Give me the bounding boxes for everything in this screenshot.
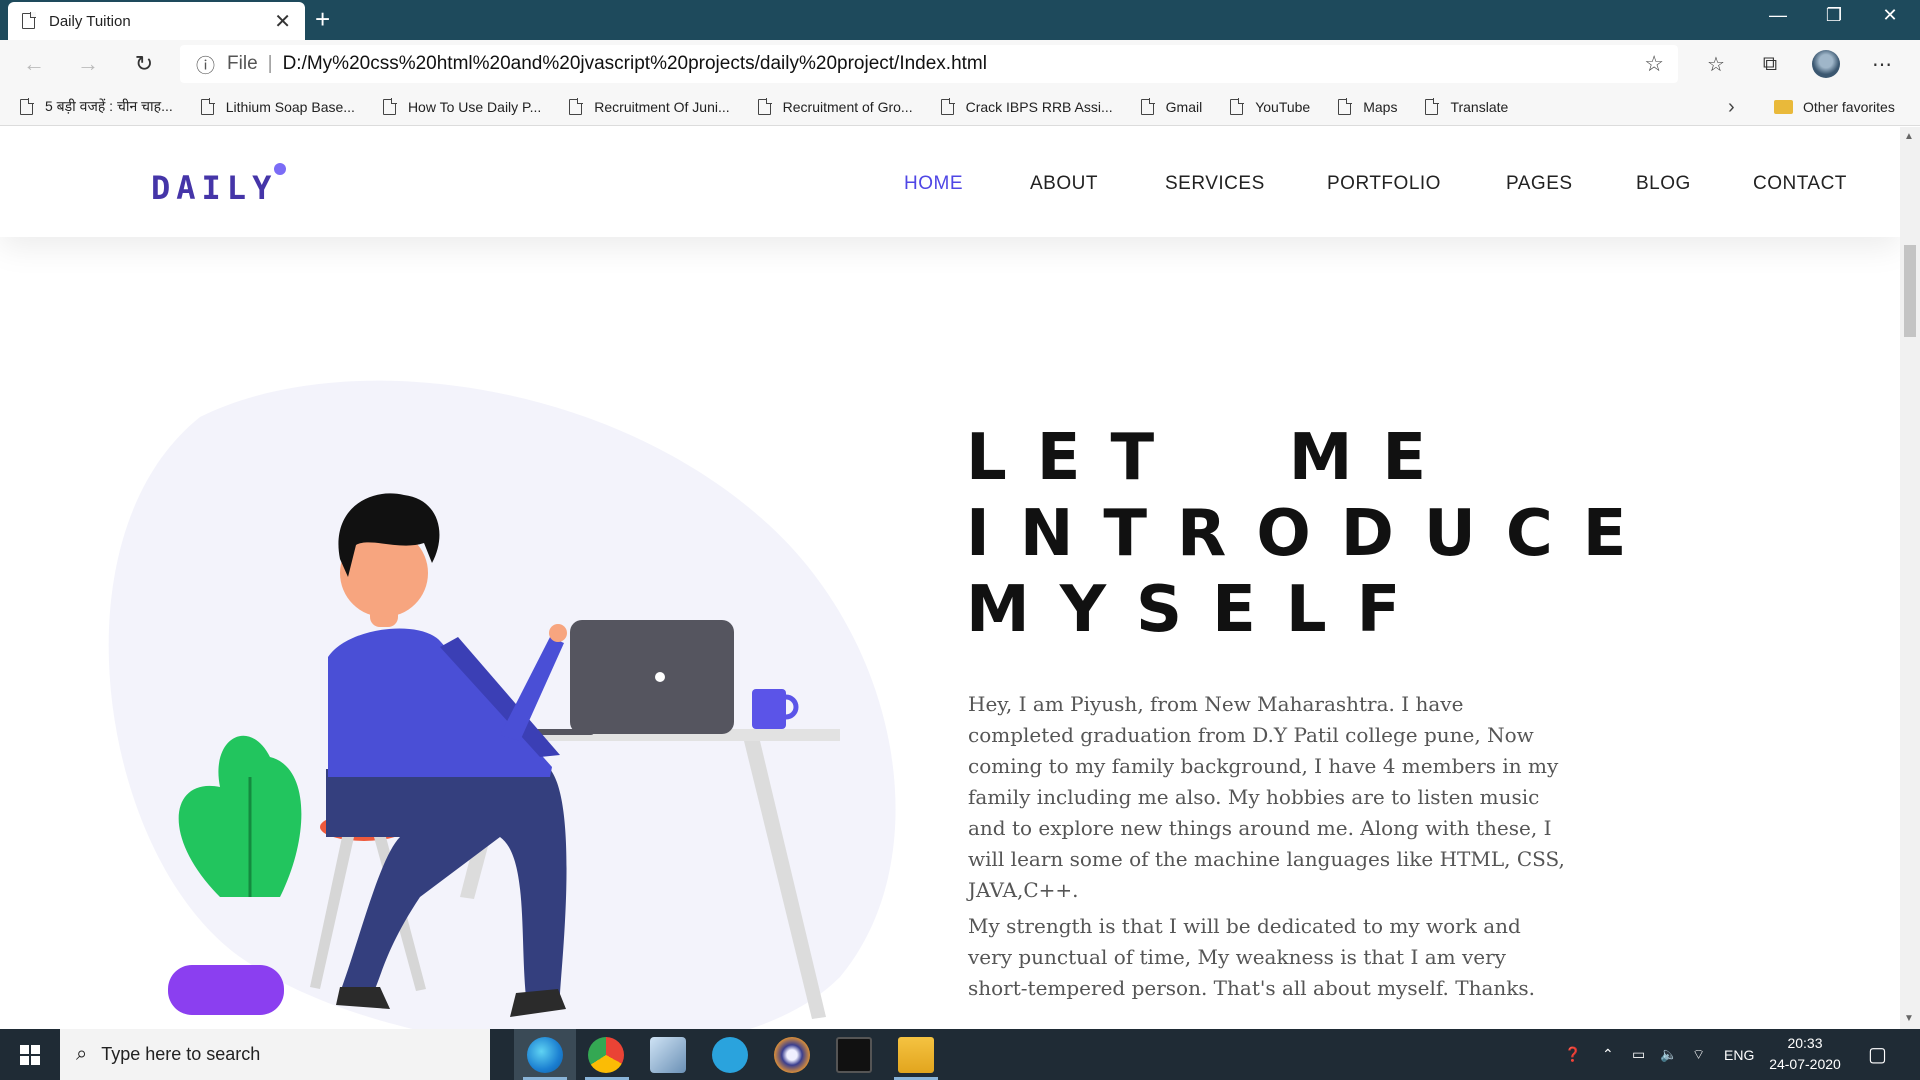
folder-icon bbox=[1774, 100, 1793, 114]
page-icon bbox=[22, 12, 36, 29]
address-row: ← → ↻ ⓘ File | D:/My%20css%20html%20and%… bbox=[0, 40, 1920, 88]
chevron-up-icon[interactable]: ⌃ bbox=[1602, 1029, 1614, 1080]
new-tab-button[interactable]: + bbox=[315, 4, 330, 35]
back-icon[interactable]: ← bbox=[16, 48, 52, 80]
notepad-icon[interactable] bbox=[650, 1037, 686, 1073]
page-icon bbox=[20, 97, 34, 115]
tab-title: Daily Tuition bbox=[49, 12, 131, 30]
volume-icon[interactable]: 🔈 bbox=[1660, 1029, 1677, 1080]
page-icon bbox=[1230, 97, 1245, 115]
scroll-up-icon[interactable]: ▲ bbox=[1904, 131, 1914, 142]
person-at-desk-illustration bbox=[108, 380, 896, 1029]
browser-titlebar: Daily Tuition ✕ + — ❐ ✕ bbox=[0, 0, 1920, 40]
page-scrollbar[interactable]: ▲ ▼ bbox=[1900, 127, 1920, 1029]
page-icon bbox=[382, 97, 397, 115]
edge-icon[interactable] bbox=[527, 1037, 563, 1073]
search-icon: ⌕ bbox=[76, 1043, 88, 1065]
page-icon bbox=[200, 97, 215, 115]
close-tab-icon[interactable]: ✕ bbox=[274, 9, 291, 34]
plant-pot bbox=[168, 965, 284, 1015]
language-indicator[interactable]: ENG bbox=[1724, 1029, 1754, 1080]
scrollbar-thumb[interactable] bbox=[1904, 245, 1916, 337]
address-bar[interactable]: ⓘ File | D:/My%20css%20html%20and%20jvas… bbox=[180, 45, 1678, 83]
eclipse-icon[interactable] bbox=[774, 1037, 810, 1073]
nav-home[interactable]: HOME bbox=[904, 173, 963, 195]
nav-about[interactable]: ABOUT bbox=[1030, 173, 1098, 195]
heading-line: MYSELF bbox=[966, 573, 1431, 647]
wifi-icon[interactable]: ⌔ bbox=[1692, 1029, 1705, 1080]
bookmark-item[interactable]: YouTube bbox=[1230, 97, 1310, 115]
bookmark-item[interactable]: Recruitment of Gro... bbox=[757, 97, 913, 115]
page-icon bbox=[1140, 97, 1155, 115]
person-hand bbox=[549, 624, 567, 642]
laptop-logo bbox=[655, 672, 665, 682]
bookmark-item[interactable]: Lithium Soap Base... bbox=[200, 97, 355, 115]
bookmark-item[interactable]: Translate bbox=[1425, 97, 1508, 115]
bookmark-item[interactable]: Crack IBPS RRB Assi... bbox=[940, 97, 1113, 115]
laptop bbox=[570, 620, 734, 734]
favorites-icon[interactable]: ☆ bbox=[1698, 48, 1734, 80]
battery-icon[interactable]: ▭ bbox=[1632, 1029, 1645, 1080]
help-icon[interactable]: ❓ bbox=[1564, 1029, 1581, 1080]
address-prefix: File bbox=[227, 53, 258, 74]
page-icon bbox=[1338, 97, 1353, 115]
bookmark-item[interactable]: Maps bbox=[1338, 97, 1397, 115]
notification-icon[interactable]: ▢ bbox=[1868, 1029, 1887, 1080]
system-clock[interactable]: 20:33 24-07-2020 bbox=[1760, 1033, 1850, 1075]
restore-icon[interactable]: ❐ bbox=[1806, 0, 1862, 30]
minimize-icon[interactable]: — bbox=[1750, 0, 1806, 30]
refresh-icon[interactable]: ↻ bbox=[126, 48, 162, 80]
bookmarks-bar: 5 बड़ी वजहें : चीन चाह... Lithium Soap B… bbox=[0, 88, 1920, 126]
search-placeholder: Type here to search bbox=[101, 1044, 261, 1064]
site-logo[interactable]: DAILY bbox=[151, 169, 277, 207]
browser-tab[interactable]: Daily Tuition ✕ bbox=[8, 2, 305, 40]
info-icon[interactable]: ⓘ bbox=[196, 51, 215, 78]
page-icon bbox=[940, 97, 955, 115]
page-icon bbox=[569, 97, 584, 115]
chevron-right-icon[interactable]: › bbox=[1728, 88, 1735, 126]
nav-pages[interactable]: PAGES bbox=[1506, 173, 1573, 195]
taskbar-search[interactable]: ⌕ Type here to search bbox=[60, 1029, 490, 1080]
intro-heading: LET ME INTRODUCE MYSELF bbox=[966, 420, 1657, 648]
page-icon bbox=[757, 97, 772, 115]
bookmark-item[interactable]: How To Use Daily P... bbox=[382, 97, 541, 115]
page-icon bbox=[1425, 97, 1440, 115]
intro-paragraph-1: Hey, I am Piyush, from New Maharashtra. … bbox=[968, 692, 1565, 902]
forward-icon[interactable]: → bbox=[70, 48, 106, 80]
mug bbox=[752, 689, 786, 729]
clock-time: 20:33 bbox=[1787, 1035, 1823, 1051]
scroll-down-icon[interactable]: ▼ bbox=[1904, 1013, 1914, 1024]
chrome-icon[interactable] bbox=[588, 1037, 624, 1073]
heading-line: INTRODUCE bbox=[966, 497, 1657, 571]
nav-services[interactable]: SERVICES bbox=[1165, 173, 1265, 195]
address-separator: | bbox=[267, 53, 273, 74]
nav-portfolio[interactable]: PORTFOLIO bbox=[1327, 173, 1441, 195]
page-viewport: DAILY HOME ABOUT SERVICES PORTFOLIO PAGE… bbox=[0, 127, 1900, 1029]
mysql-icon[interactable] bbox=[836, 1037, 872, 1073]
file-explorer-icon[interactable] bbox=[898, 1037, 934, 1073]
close-window-icon[interactable]: ✕ bbox=[1862, 0, 1918, 30]
intro-paragraph-2: My strength is that I will be dedicated … bbox=[968, 914, 1536, 1000]
bookmark-item[interactable]: 5 बड़ी वजहें : चीन चाह... bbox=[20, 97, 173, 116]
more-menu-icon[interactable]: ⋯ bbox=[1864, 48, 1900, 80]
clock-date: 24-07-2020 bbox=[1769, 1056, 1841, 1072]
logo-dot bbox=[274, 163, 286, 175]
telegram-icon[interactable] bbox=[712, 1037, 748, 1073]
windows-start-icon[interactable] bbox=[20, 1045, 40, 1065]
other-favorites[interactable]: Other favorites bbox=[1774, 88, 1895, 126]
nav-blog[interactable]: BLOG bbox=[1636, 173, 1691, 195]
bookmark-item[interactable]: Gmail bbox=[1140, 97, 1202, 115]
windows-taskbar: ⌕ Type here to search ❓ ⌃ ▭ 🔈 ⌔ ENG 20:3… bbox=[0, 1029, 1920, 1080]
url-text[interactable]: D:/My%20css%20html%20and%20jvascript%20p… bbox=[283, 53, 987, 75]
profile-avatar[interactable] bbox=[1808, 48, 1844, 80]
site-header: DAILY HOME ABOUT SERVICES PORTFOLIO PAGE… bbox=[0, 127, 1900, 237]
bookmark-item[interactable]: Recruitment Of Juni... bbox=[569, 97, 730, 115]
heading-line: LET ME bbox=[966, 421, 1457, 495]
nav-contact[interactable]: CONTACT bbox=[1753, 173, 1847, 195]
favorite-star-icon[interactable]: ☆ bbox=[1644, 51, 1664, 77]
collections-icon[interactable]: ⧉ bbox=[1752, 48, 1788, 80]
